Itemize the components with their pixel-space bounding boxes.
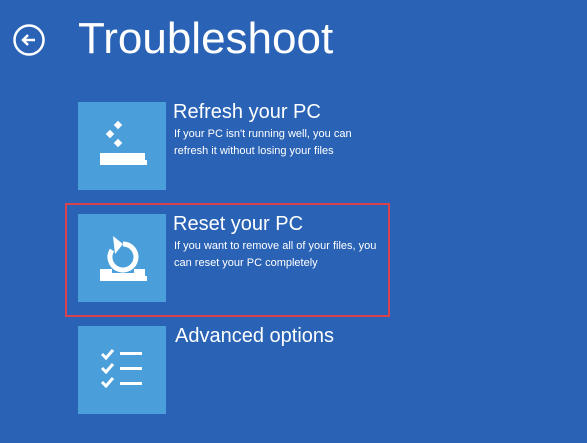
reset-pc-option[interactable]: Reset your PC If you want to remove all … — [78, 213, 378, 302]
back-arrow-icon — [13, 24, 45, 56]
refresh-pc-description: If your PC isn't running well, you can r… — [174, 128, 352, 157]
reset-pc-description: If you want to remove all of your files,… — [174, 240, 377, 269]
advanced-options-title: Advanced options — [175, 325, 335, 347]
reset-pc-icon — [100, 236, 147, 281]
refresh-pc-option[interactable]: Refresh your PC If your PC isn't running… — [78, 101, 378, 190]
advanced-options-tile[interactable] — [78, 326, 166, 414]
advanced-options-option[interactable]: Advanced options — [78, 325, 378, 414]
back-button[interactable] — [13, 24, 45, 56]
refresh-pc-icon — [100, 120, 147, 165]
page-title: Troubleshoot — [78, 14, 334, 63]
reset-pc-tile[interactable] — [78, 214, 166, 302]
refresh-pc-tile[interactable] — [78, 102, 166, 190]
advanced-options-icon — [100, 349, 142, 389]
reset-pc-title: Reset your PC — [173, 213, 304, 235]
refresh-pc-title: Refresh your PC — [173, 101, 321, 123]
